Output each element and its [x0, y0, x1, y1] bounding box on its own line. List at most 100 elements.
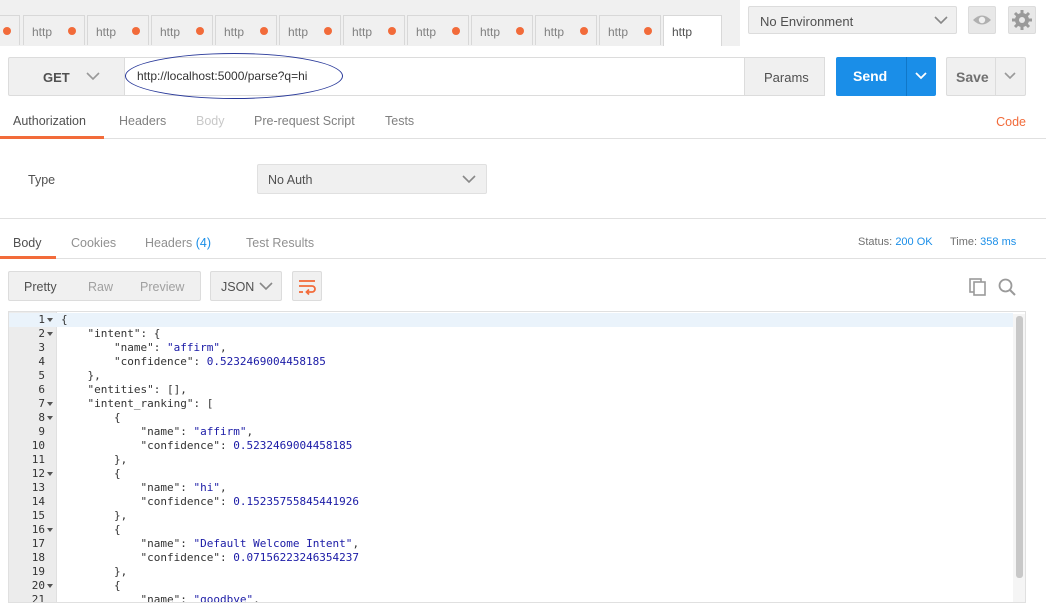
request-tab[interactable]	[0, 15, 20, 45]
response-status: Status: 200 OK	[858, 236, 933, 248]
save-label: Save	[956, 69, 989, 85]
line-number: 12	[9, 467, 45, 481]
status-value: 200 OK	[895, 236, 932, 248]
method-value: GET	[43, 70, 70, 85]
search-icon[interactable]	[997, 277, 1017, 297]
fold-toggle-icon[interactable]	[47, 584, 53, 588]
fold-toggle-icon[interactable]	[47, 318, 53, 322]
tab-label: http	[160, 25, 180, 39]
tab-headers[interactable]: Headers	[119, 114, 166, 128]
view-pretty-button[interactable]: Pretty	[24, 280, 57, 294]
code-text: "name": "goodbye",	[61, 593, 260, 603]
code-line: 5 },	[9, 369, 1013, 383]
tab-label: http	[288, 25, 308, 39]
tab-label: http	[416, 25, 436, 39]
fold-toggle-icon[interactable]	[47, 332, 53, 336]
request-tab[interactable]: http	[471, 15, 533, 45]
status-label: Status:	[858, 236, 892, 248]
unsaved-dot-icon	[68, 27, 76, 35]
chevron-down-icon	[259, 281, 273, 291]
request-tab[interactable]: http	[87, 15, 149, 45]
request-tab-active[interactable]: http	[663, 15, 722, 46]
send-button[interactable]: Send	[836, 57, 906, 96]
view-raw-button[interactable]: Raw	[88, 280, 113, 294]
code-line: 12 {	[9, 467, 1013, 481]
view-preview-button[interactable]: Preview	[140, 280, 184, 294]
save-button[interactable]: Save	[946, 57, 996, 96]
send-label: Send	[853, 68, 887, 84]
line-number: 15	[9, 509, 45, 523]
response-body-editor[interactable]: 1{2 "intent": {3 "name": "affirm",4 "con…	[8, 311, 1026, 603]
request-tab[interactable]: http	[215, 15, 277, 45]
authorization-panel	[0, 139, 1046, 219]
code-line: 16 {	[9, 523, 1013, 537]
unsaved-dot-icon	[196, 27, 204, 35]
tab-body[interactable]: Body	[196, 114, 225, 128]
code-line: 8 {	[9, 411, 1013, 425]
line-number: 11	[9, 453, 45, 467]
fold-toggle-icon[interactable]	[47, 416, 53, 420]
request-tab[interactable]: http	[599, 15, 661, 45]
generate-code-link[interactable]: Code	[996, 115, 1026, 129]
wrap-lines-button[interactable]	[292, 271, 322, 301]
code-text: {	[61, 467, 121, 481]
headers-count: (4)	[196, 236, 211, 250]
gear-icon	[1009, 7, 1035, 33]
fold-toggle-icon[interactable]	[47, 528, 53, 532]
code-line: 17 "name": "Default Welcome Intent",	[9, 537, 1013, 551]
tab-pre-request-script[interactable]: Pre-request Script	[254, 114, 355, 128]
code-text: "intent": {	[61, 327, 160, 341]
chevron-down-icon	[996, 58, 1025, 95]
headers-label: Headers	[145, 236, 192, 250]
line-number: 3	[9, 341, 45, 355]
request-tab[interactable]: http	[23, 15, 85, 45]
code-text: "name": "affirm",	[61, 341, 227, 355]
params-label: Params	[764, 70, 809, 85]
code-text: },	[61, 565, 127, 579]
code-text: },	[61, 509, 127, 523]
request-tab[interactable]: http	[535, 15, 597, 45]
tab-response-cookies[interactable]: Cookies	[71, 236, 116, 250]
scrollbar-thumb[interactable]	[1016, 316, 1023, 578]
unsaved-dot-icon	[580, 27, 588, 35]
request-tab[interactable]: http	[407, 15, 469, 45]
tab-test-results[interactable]: Test Results	[246, 236, 314, 250]
format-select[interactable]: JSON	[210, 271, 282, 301]
line-number: 10	[9, 439, 45, 453]
method-select[interactable]: GET	[8, 57, 125, 96]
tab-authorization[interactable]: Authorization	[13, 114, 86, 128]
copy-icon[interactable]	[968, 277, 988, 297]
code-line: 13 "name": "hi",	[9, 481, 1013, 495]
send-options-button[interactable]	[906, 57, 936, 96]
fold-toggle-icon[interactable]	[47, 472, 53, 476]
line-number: 9	[9, 425, 45, 439]
request-tab[interactable]: http	[343, 15, 405, 45]
code-text: {	[61, 579, 121, 593]
code-line: 20 {	[9, 579, 1013, 593]
settings-button[interactable]	[1008, 6, 1036, 34]
fold-toggle-icon[interactable]	[47, 402, 53, 406]
tab-tests[interactable]: Tests	[385, 114, 414, 128]
tab-response-body[interactable]: Body	[13, 236, 42, 250]
code-text: "entities": [],	[61, 383, 187, 397]
tab-response-headers[interactable]: Headers (4)	[145, 236, 211, 250]
request-tab[interactable]: http	[151, 15, 213, 45]
unsaved-dot-icon	[324, 27, 332, 35]
code-text: "name": "Default Welcome Intent",	[61, 537, 359, 551]
environment-quick-look-button[interactable]	[968, 6, 996, 34]
unsaved-dot-icon	[388, 27, 396, 35]
tab-label: http	[480, 25, 500, 39]
code-text: "confidence": 0.5232469004458185	[61, 439, 352, 453]
environment-select[interactable]: No Environment	[748, 6, 957, 34]
request-tab[interactable]: http	[279, 15, 341, 45]
chevron-down-icon	[86, 71, 100, 81]
unsaved-dot-icon	[132, 27, 140, 35]
save-options-button[interactable]	[995, 57, 1026, 96]
line-number: 8	[9, 411, 45, 425]
code-line: 4 "confidence": 0.5232469004458185	[9, 355, 1013, 369]
wrap-icon	[293, 272, 321, 300]
line-number: 5	[9, 369, 45, 383]
auth-type-select[interactable]: No Auth	[257, 164, 487, 194]
code-line: 7 "intent_ranking": [	[9, 397, 1013, 411]
params-button[interactable]: Params	[744, 57, 825, 96]
